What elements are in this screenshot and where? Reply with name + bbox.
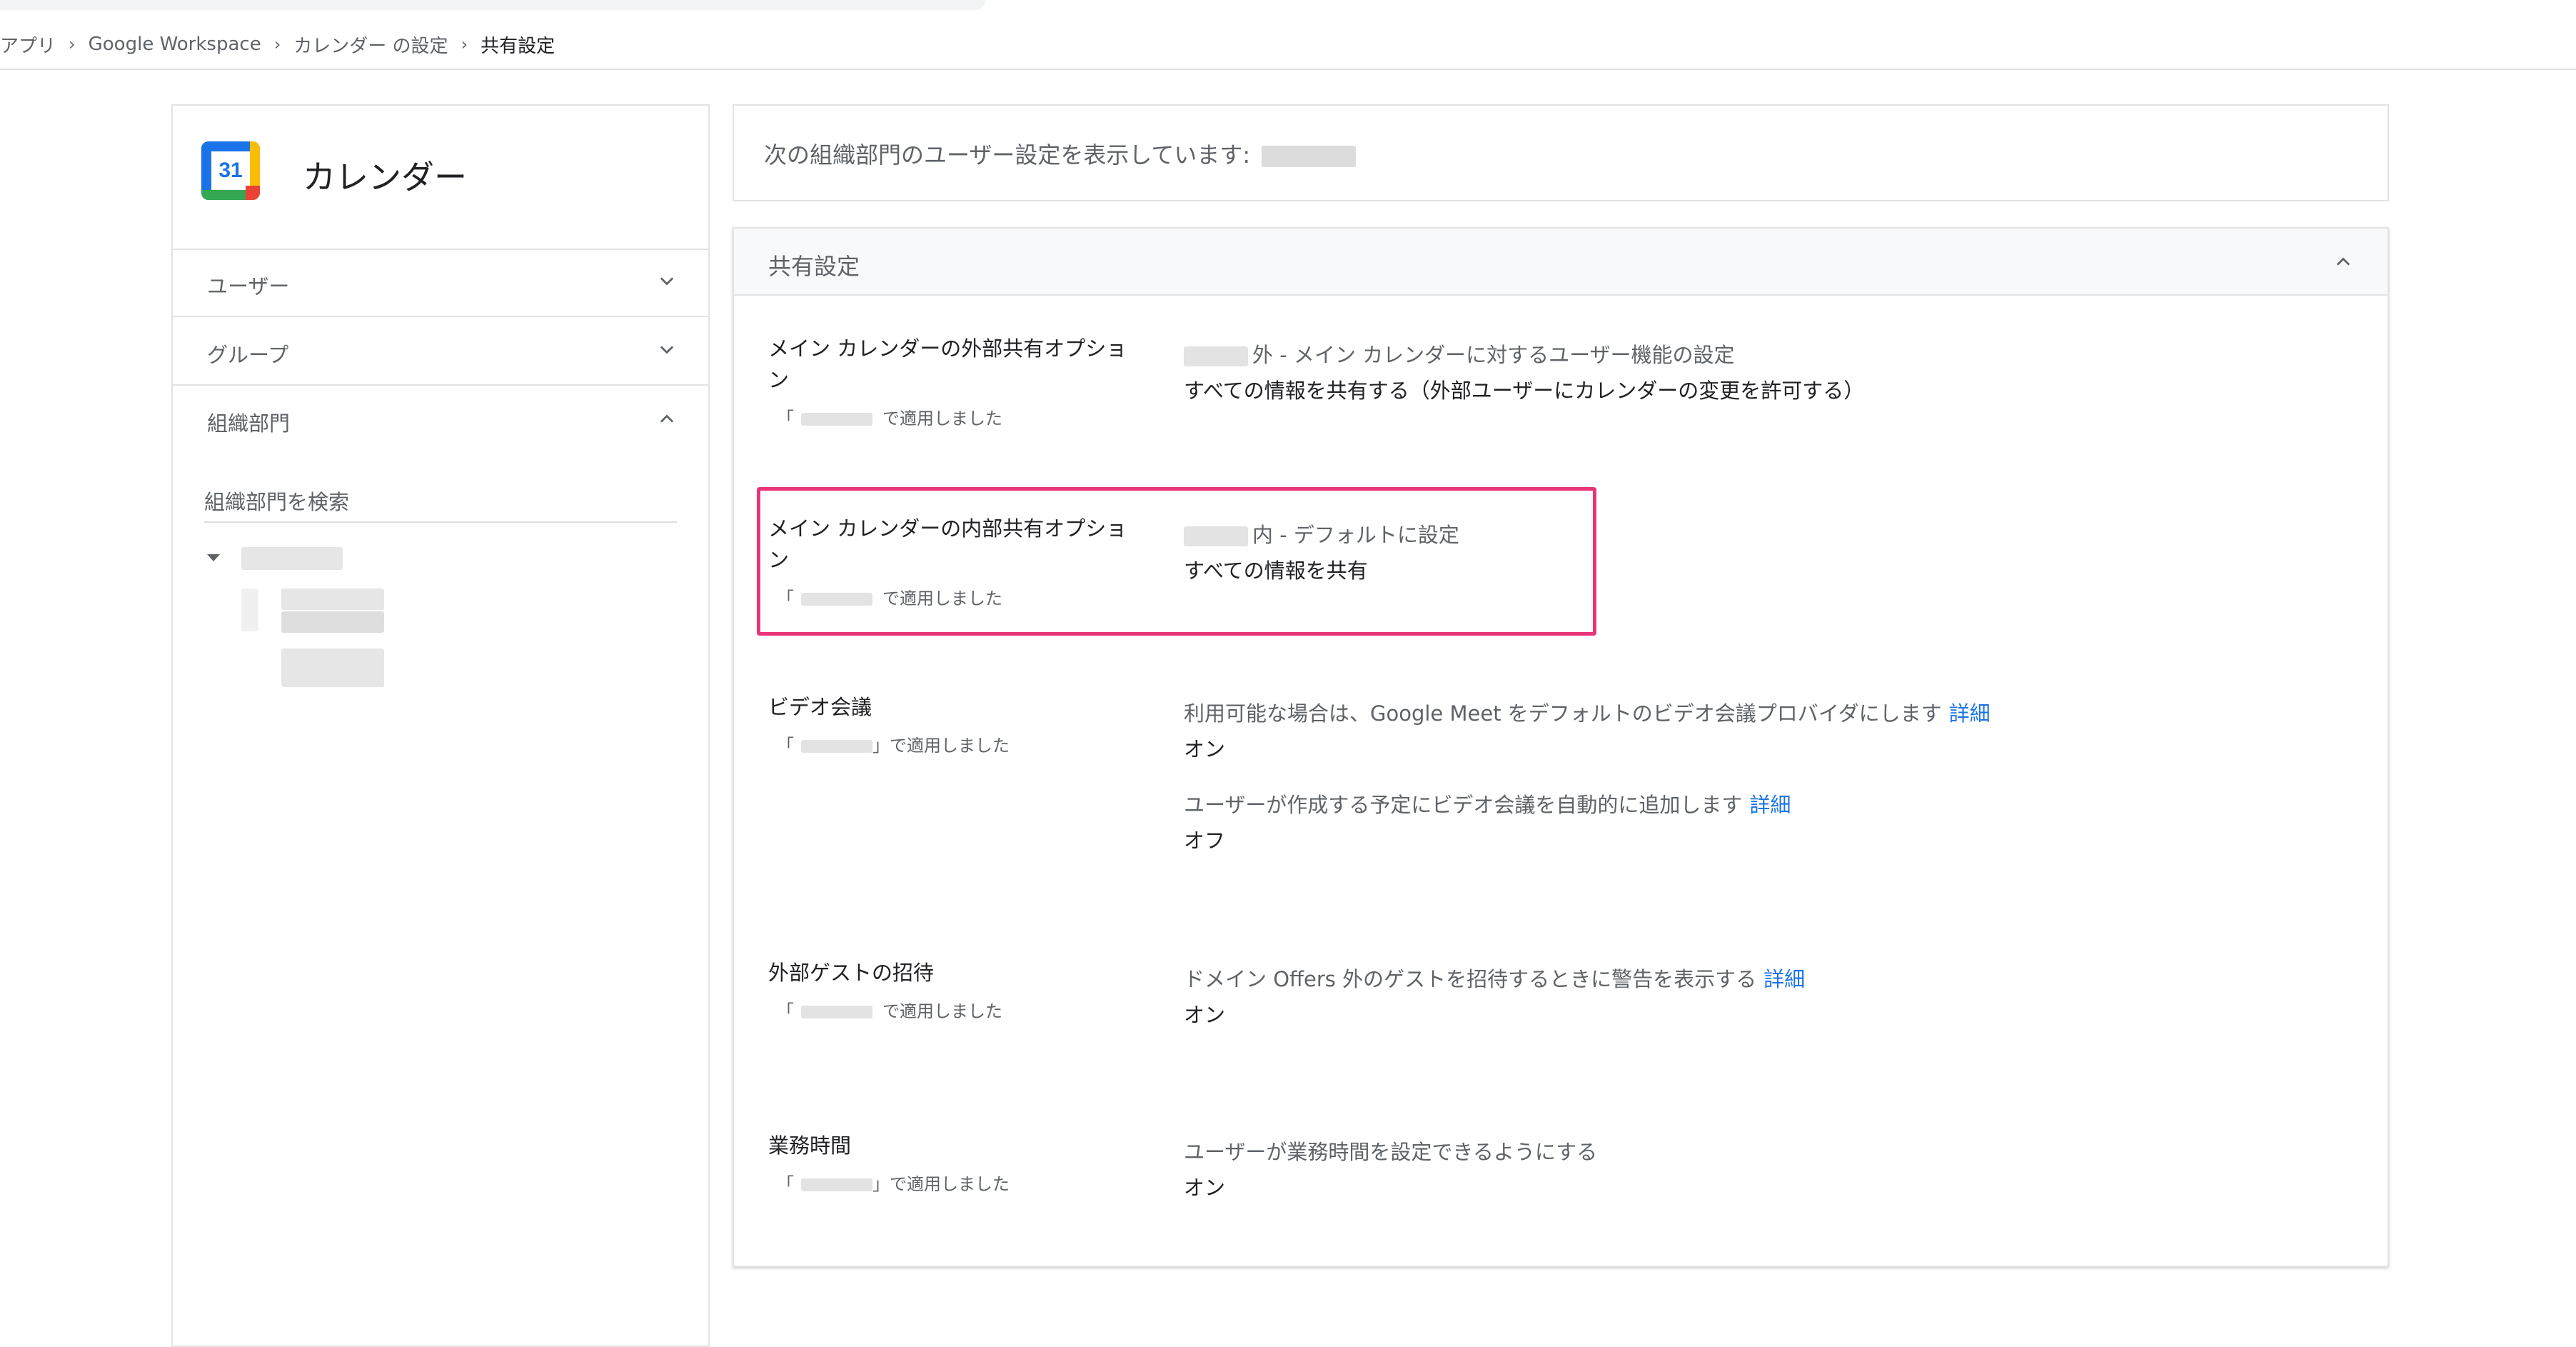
- nav-item-label: ユーザー: [207, 274, 290, 299]
- breadcrumb-current: 共有設定: [481, 35, 555, 57]
- header-divider: [0, 69, 2576, 70]
- app-header: 31 カレンダー: [173, 106, 708, 250]
- setting-description: ユーザーが業務時間を設定できるようにする: [1184, 1140, 1598, 1164]
- calendar-logo-icon: 31: [201, 141, 260, 200]
- setting-value: オン: [1184, 1176, 1226, 1200]
- info-text: 次の組織部門のユーザー設定を表示しています:: [764, 141, 1251, 169]
- chevron-up-icon[interactable]: [2333, 251, 2353, 271]
- org-unit-child-redacted[interactable]: [281, 649, 384, 687]
- applied-note: 「で適用しました: [777, 409, 1002, 429]
- applied-note: 「」で適用しました: [777, 736, 1010, 756]
- org-unit-search-input[interactable]: 組織部門を検索: [204, 486, 349, 516]
- setting-value: オン: [1184, 737, 1226, 761]
- details-link[interactable]: 詳細: [1764, 967, 1805, 991]
- nav-item-groups[interactable]: グループ: [173, 317, 708, 386]
- sharing-settings-card: 共有設定 メイン カレンダーの外部共有オプション 「で適用しました 外 - メイ…: [733, 227, 2389, 1267]
- setting-value-2: オフ: [1184, 828, 1226, 853]
- org-unit-child-redacted[interactable]: [281, 589, 384, 610]
- nav-item-users[interactable]: ユーザー: [173, 249, 708, 317]
- app-title: カレンダー: [303, 158, 467, 196]
- setting-value: オン: [1184, 1003, 1226, 1027]
- info-text-wrapper: 次の組織部門のユーザー設定を表示しています:: [764, 137, 1357, 170]
- tree-guide-redacted: [241, 589, 258, 631]
- section-header[interactable]: 共有設定: [734, 229, 2388, 296]
- breadcrumb-google-workspace[interactable]: Google Workspace: [89, 34, 261, 55]
- details-link[interactable]: 詳細: [1749, 793, 1791, 817]
- setting-name: メイン カレンダーの外部共有オプション: [768, 336, 1127, 392]
- setting-name: 業務時間: [768, 1133, 852, 1158]
- breadcrumb: アプリ › Google Workspace › カレンダー の設定 › 共有設…: [0, 29, 2576, 60]
- setting-name: ビデオ会議: [768, 695, 872, 719]
- setting-description: 外 - メイン カレンダーに対するユーザー機能の設定: [1184, 339, 1735, 369]
- org-unit-info-card: 次の組織部門のユーザー設定を表示しています:: [733, 104, 2389, 201]
- nav-item-org-units[interactable]: 組織部門: [173, 386, 708, 454]
- nav-item-label: グループ: [207, 343, 289, 367]
- top-bar-edge: [0, 0, 985, 10]
- setting-name: 外部ゲストの招待: [768, 961, 935, 985]
- breadcrumb-calendar-settings[interactable]: カレンダー の設定: [293, 31, 448, 58]
- highlight-box: [757, 487, 1596, 636]
- applied-note: 「で適用しました: [777, 1001, 1002, 1021]
- chevron-down-icon: [660, 277, 674, 286]
- section-title: 共有設定: [768, 253, 860, 280]
- setting-description-2: ユーザーが作成する予定にビデオ会議を自動的に追加します 詳細: [1184, 793, 1791, 817]
- search-underline: [204, 521, 677, 523]
- left-panel: 31 カレンダー ユーザー グループ 組織部門 組織部門を検索: [171, 104, 710, 1347]
- org-unit-name-redacted: [1262, 146, 1357, 167]
- chevron-right-icon: ›: [69, 34, 76, 54]
- setting-description: 利用可能な場合は、Google Meet をデフォルトのビデオ会議プロバイダにし…: [1184, 701, 1991, 726]
- applied-note: 「」で適用しました: [777, 1174, 1010, 1194]
- breadcrumb-apps[interactable]: アプリ: [0, 31, 56, 58]
- chevron-right-icon: ›: [461, 34, 468, 54]
- setting-description: ドメイン Offers 外のゲストを招待するときに警告を表示する 詳細: [1184, 967, 1806, 991]
- details-link[interactable]: 詳細: [1949, 701, 1991, 726]
- org-unit-child-redacted[interactable]: [281, 611, 384, 633]
- chevron-down-icon: [660, 346, 674, 354]
- org-unit-root-redacted[interactable]: [241, 547, 343, 570]
- nav-item-label: 組織部門: [207, 411, 291, 436]
- caret-down-icon[interactable]: [207, 554, 220, 561]
- setting-value: すべての情報を共有する（外部ユーザーにカレンダーの変更を許可する）: [1184, 379, 1865, 403]
- chevron-up-icon: [660, 414, 674, 423]
- chevron-right-icon: ›: [273, 34, 281, 54]
